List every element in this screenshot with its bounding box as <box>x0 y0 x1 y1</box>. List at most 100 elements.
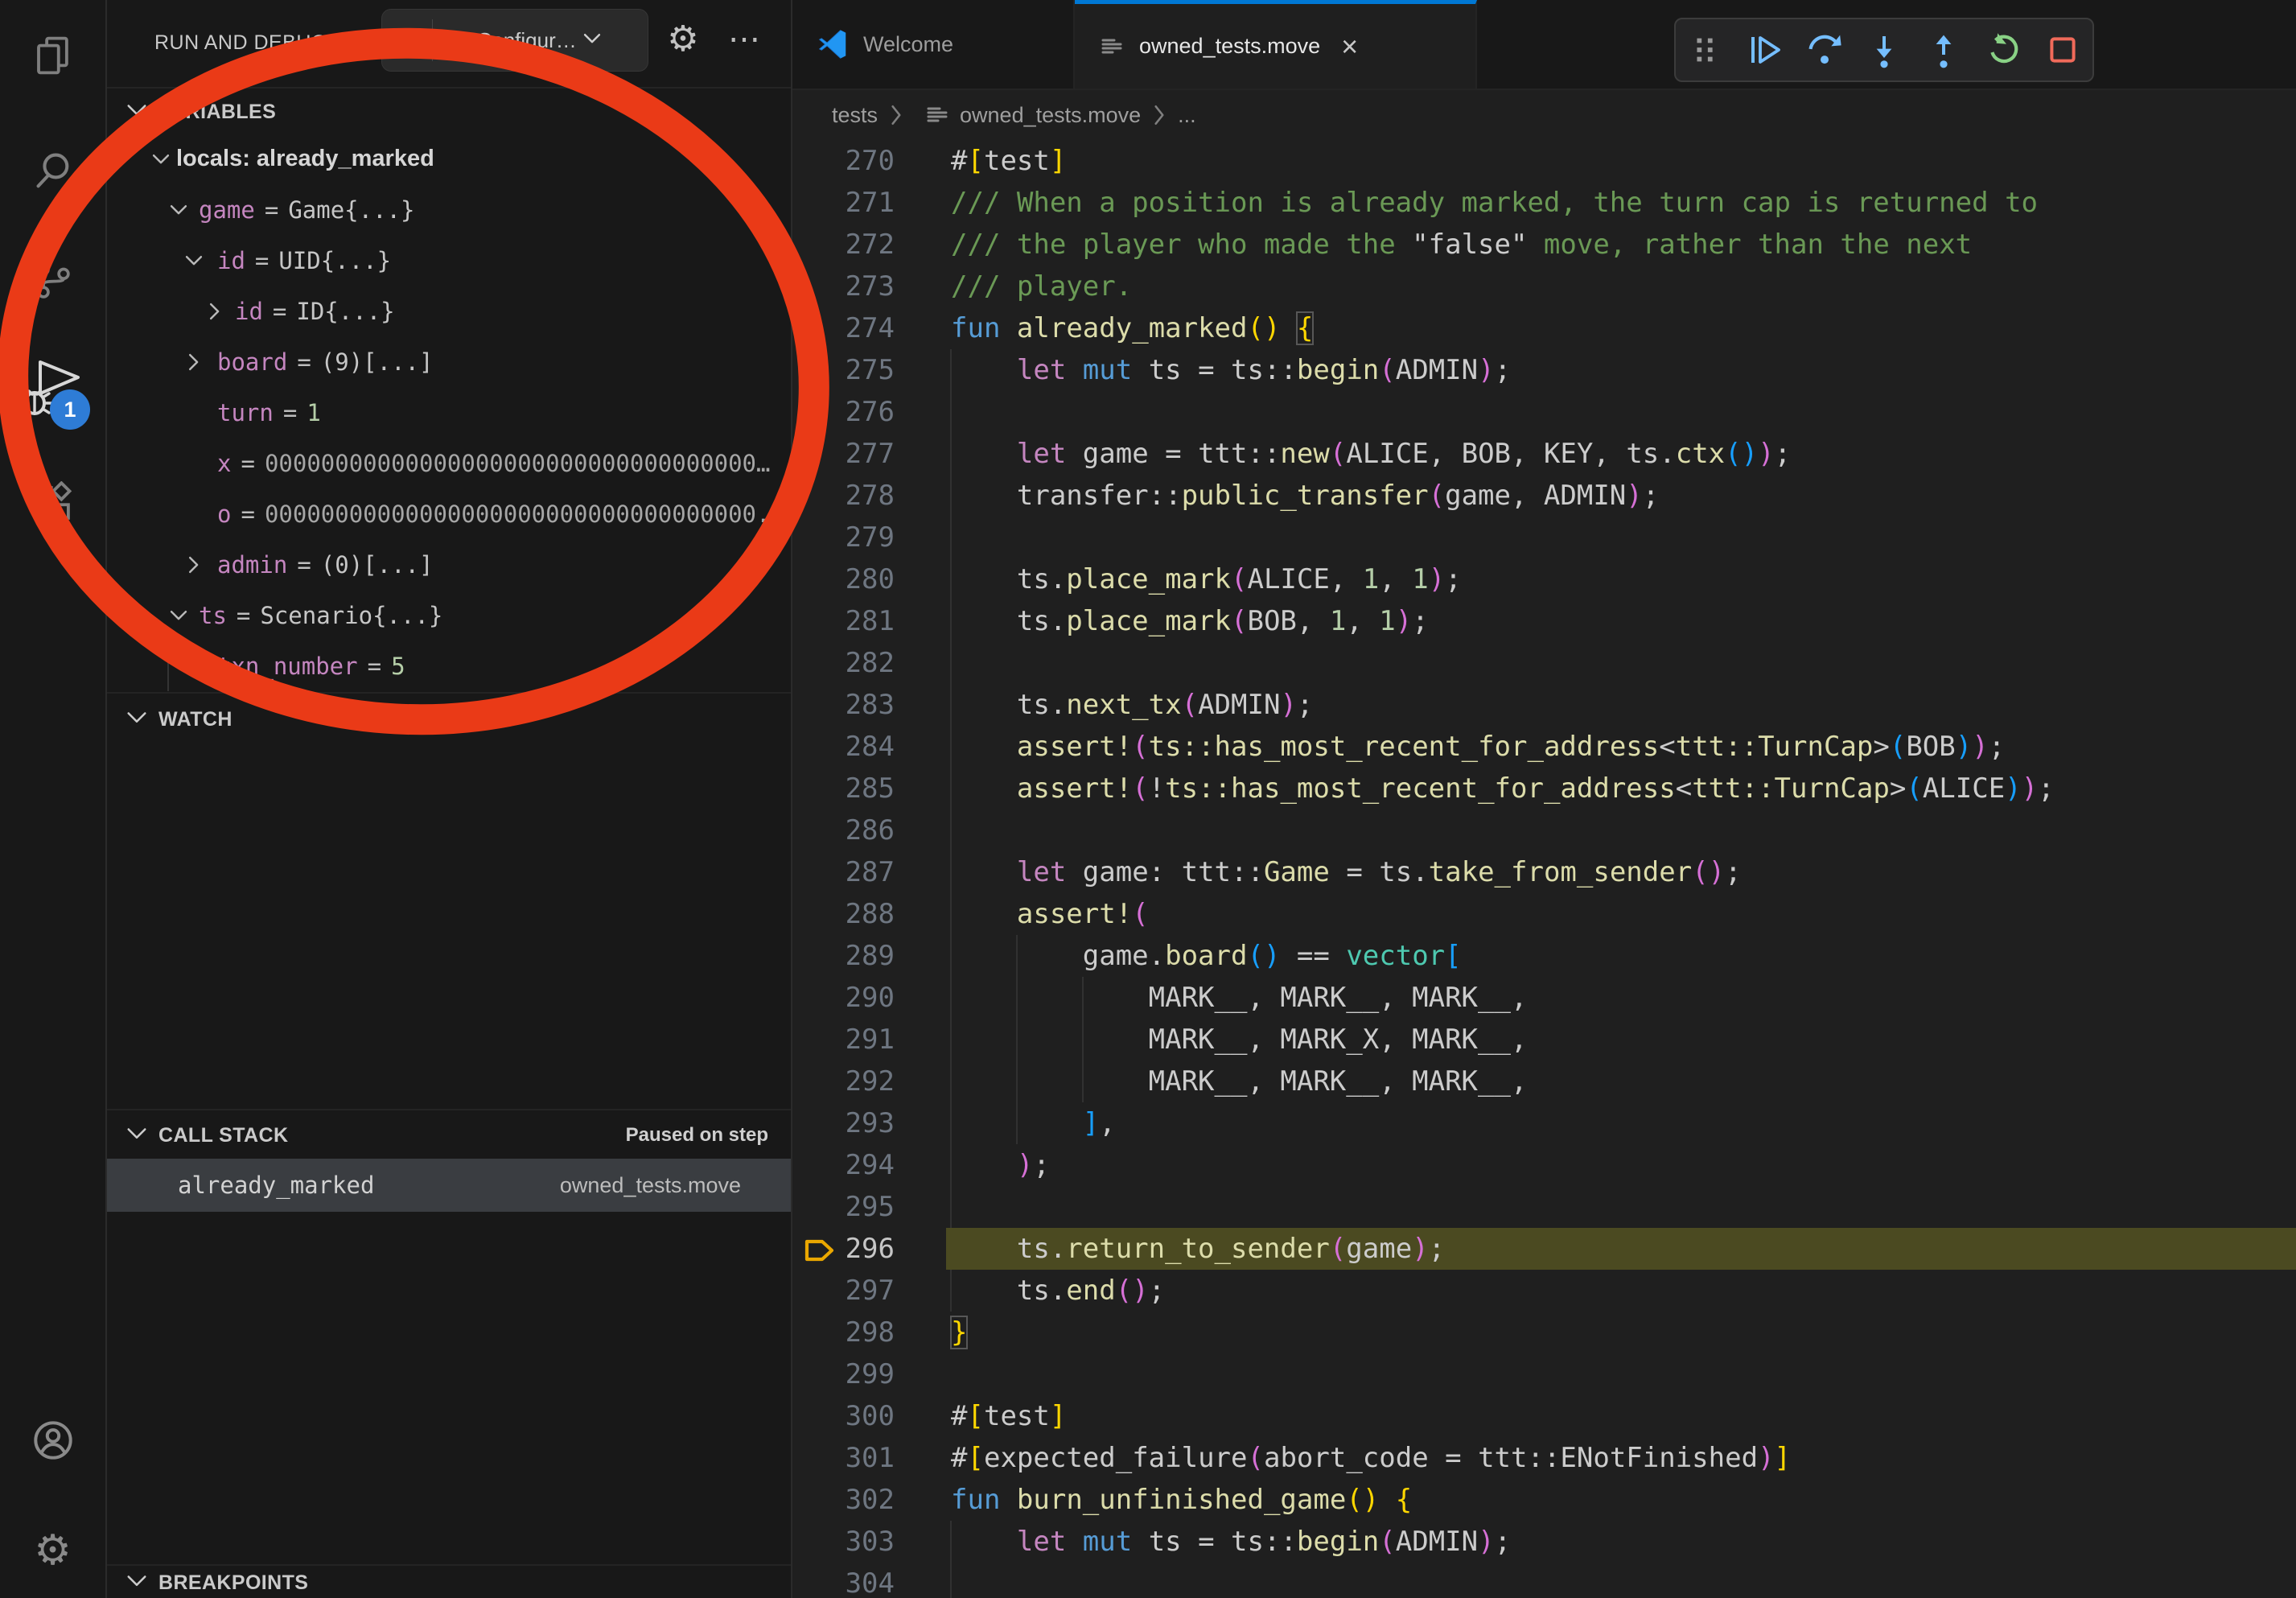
step-over-icon[interactable] <box>1801 27 1848 73</box>
code-area[interactable]: 270#[test]271/// When a position is alre… <box>792 140 2296 1598</box>
code-line-275[interactable]: 275 let mut ts = ts::begin(ADMIN); <box>792 349 2296 391</box>
line-number[interactable]: 296 <box>792 1228 895 1270</box>
line-number[interactable]: 283 <box>792 684 895 726</box>
line-number[interactable]: 301 <box>792 1437 895 1479</box>
chevron-right-icon[interactable] <box>183 352 204 377</box>
line-number[interactable]: 271 <box>792 182 895 224</box>
line-number[interactable]: 295 <box>792 1186 895 1228</box>
line-number[interactable]: 291 <box>792 1019 895 1061</box>
code-line-281[interactable]: 281 ts.place_mark(BOB, 1, 1); <box>792 600 2296 642</box>
chevron-right-icon[interactable] <box>204 301 225 326</box>
chevron-down-icon[interactable] <box>168 605 189 630</box>
breadcrumb-file[interactable]: owned_tests.move <box>960 103 1141 128</box>
line-number[interactable]: 280 <box>792 558 895 600</box>
code-line-287[interactable]: 287 let game: ttt::Game = ts.take_from_s… <box>792 851 2296 893</box>
code-line-277[interactable]: 277 let game = ttt::new(ALICE, BOB, KEY,… <box>792 433 2296 475</box>
code-line-284[interactable]: 284 assert!(ts::has_most_recent_for_addr… <box>792 726 2296 768</box>
code-line-293[interactable]: 293 ], <box>792 1102 2296 1144</box>
code-line-283[interactable]: 283 ts.next_tx(ADMIN); <box>792 684 2296 726</box>
line-number[interactable]: 275 <box>792 349 895 391</box>
variable-row-x[interactable]: x=00000000000000000000000000000000000… <box>107 438 791 488</box>
variable-row-id[interactable]: id=ID{...} <box>107 286 791 336</box>
line-number[interactable]: 282 <box>792 642 895 684</box>
line-number[interactable]: 292 <box>792 1061 895 1102</box>
tab-owned_tests-move[interactable]: owned_tests.move× <box>1075 0 1477 89</box>
line-number[interactable]: 277 <box>792 433 895 475</box>
watch-section-header[interactable]: WATCH <box>107 692 791 745</box>
step-out-icon[interactable] <box>1920 27 1967 73</box>
stop-icon[interactable] <box>2039 27 2086 73</box>
chevron-down-icon[interactable] <box>150 149 171 174</box>
variable-row-o[interactable]: o=00000000000000000000000000000000000. <box>107 488 791 539</box>
line-number[interactable]: 304 <box>792 1563 895 1598</box>
code-line-286[interactable]: 286 <box>792 809 2296 851</box>
line-number[interactable]: 286 <box>792 809 895 851</box>
code-line-300[interactable]: 300#[test] <box>792 1395 2296 1437</box>
code-line-303[interactable]: 303 let mut ts = ts::begin(ADMIN); <box>792 1521 2296 1563</box>
gear-icon[interactable]: ⚙ <box>659 13 707 66</box>
breadcrumb-more[interactable]: ... <box>1178 103 1196 128</box>
activity-item-extensions[interactable] <box>0 459 105 547</box>
line-number[interactable]: 290 <box>792 977 895 1019</box>
code-line-295[interactable]: 295 <box>792 1186 2296 1228</box>
code-line-278[interactable]: 278 transfer::public_transfer(game, ADMI… <box>792 475 2296 517</box>
breadcrumb-folder[interactable]: tests <box>832 103 878 128</box>
code-line-282[interactable]: 282 <box>792 642 2296 684</box>
code-line-285[interactable]: 285 assert!(!ts::has_most_recent_for_add… <box>792 768 2296 809</box>
line-number[interactable]: 299 <box>792 1353 895 1395</box>
more-actions-icon[interactable]: ⋯ <box>720 13 768 66</box>
config-dropdown[interactable]: No Configur… <box>444 28 577 53</box>
variable-row-ts[interactable]: ts=Scenario{...} <box>107 590 791 640</box>
code-line-299[interactable]: 299 <box>792 1353 2296 1395</box>
variable-row-txn_number[interactable]: txn_number=5 <box>107 640 791 691</box>
line-number[interactable]: 288 <box>792 893 895 935</box>
close-icon[interactable]: × <box>1341 32 1358 61</box>
code-line-304[interactable]: 304 <box>792 1563 2296 1598</box>
launch-config-control[interactable]: No Configur… <box>381 9 648 72</box>
code-line-273[interactable]: 273/// player. <box>792 266 2296 307</box>
line-number[interactable]: 303 <box>792 1521 895 1563</box>
code-line-271[interactable]: 271/// When a position is already marked… <box>792 182 2296 224</box>
call-stack-frame-row[interactable]: already_marked owned_tests.move <box>107 1159 791 1212</box>
variable-row-id[interactable]: id=UID{...} <box>107 235 791 286</box>
variable-row-turn[interactable]: turn=1 <box>107 387 791 438</box>
line-number[interactable]: 284 <box>792 726 895 768</box>
line-number[interactable]: 298 <box>792 1312 895 1353</box>
activity-item-account[interactable] <box>0 1396 105 1485</box>
variable-row[interactable]: locals: already_marked <box>107 134 791 184</box>
start-debug-icon[interactable] <box>382 27 432 54</box>
line-number[interactable]: 272 <box>792 224 895 266</box>
activity-item-settings[interactable]: ⚙ <box>0 1506 105 1595</box>
drag-grip-icon[interactable] <box>1682 27 1729 73</box>
line-number[interactable]: 278 <box>792 475 895 517</box>
breakpoints-section-header[interactable]: BREAKPOINTS <box>107 1564 791 1598</box>
line-number[interactable]: 294 <box>792 1144 895 1186</box>
code-line-302[interactable]: 302fun burn_unfinished_game() { <box>792 1479 2296 1521</box>
line-number[interactable]: 297 <box>792 1270 895 1312</box>
line-number[interactable]: 289 <box>792 935 895 977</box>
code-line-280[interactable]: 280 ts.place_mark(ALICE, 1, 1); <box>792 558 2296 600</box>
line-number[interactable]: 270 <box>792 140 895 182</box>
line-number[interactable]: 276 <box>792 391 895 433</box>
code-line-297[interactable]: 297 ts.end(); <box>792 1270 2296 1312</box>
code-line-290[interactable]: 290 MARK__, MARK__, MARK__, <box>792 977 2296 1019</box>
code-line-298[interactable]: 298} <box>792 1312 2296 1353</box>
variable-row-game[interactable]: game=Game{...} <box>107 184 791 235</box>
line-number[interactable]: 273 <box>792 266 895 307</box>
chevron-down-icon[interactable] <box>183 250 204 275</box>
code-line-291[interactable]: 291 MARK__, MARK_X, MARK__, <box>792 1019 2296 1061</box>
line-number[interactable]: 302 <box>792 1479 895 1521</box>
code-line-274[interactable]: 274fun already_marked() { <box>792 307 2296 349</box>
code-line-276[interactable]: 276 <box>792 391 2296 433</box>
restart-icon[interactable] <box>1980 27 2026 73</box>
chevron-right-icon[interactable] <box>183 554 204 579</box>
line-number[interactable]: 300 <box>792 1395 895 1437</box>
line-number[interactable]: 287 <box>792 851 895 893</box>
code-line-296[interactable]: 296 ts.return_to_sender(game); <box>792 1228 2296 1270</box>
variables-section-header[interactable]: VARIABLES <box>107 87 791 135</box>
tab-welcome[interactable]: Welcome <box>792 0 1075 89</box>
code-line-288[interactable]: 288 assert!( <box>792 893 2296 935</box>
code-line-292[interactable]: 292 MARK__, MARK__, MARK__, <box>792 1061 2296 1102</box>
chevron-down-icon[interactable] <box>582 28 603 53</box>
code-line-272[interactable]: 272/// the player who made the "false" m… <box>792 224 2296 266</box>
